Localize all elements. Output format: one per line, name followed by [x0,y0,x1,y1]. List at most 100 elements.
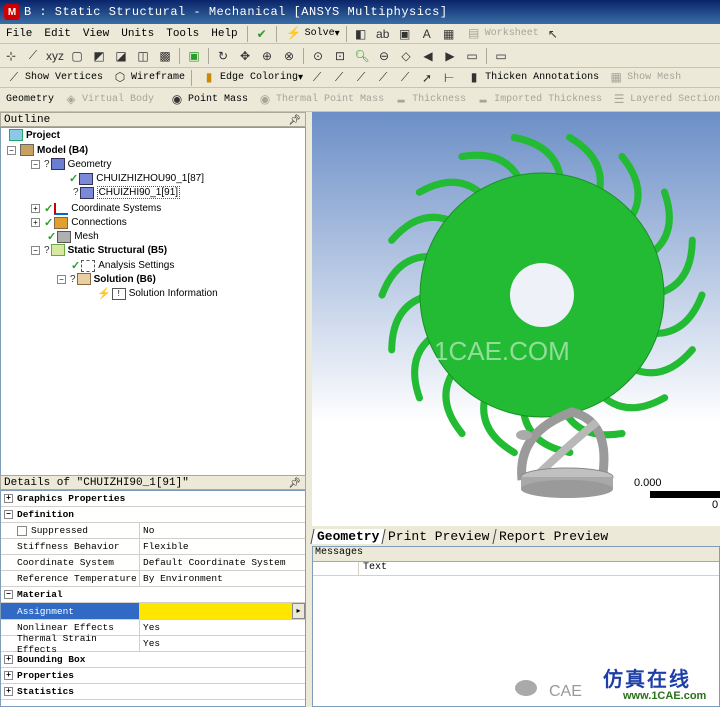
menu-file[interactable]: File [0,28,38,40]
new-section-icon[interactable]: ◧ [352,25,370,43]
edge-style-4-icon[interactable]: ⟋ [374,69,392,87]
menu-edit[interactable]: Edit [38,28,76,40]
expand-icon[interactable]: + [4,494,13,503]
group-graphics-properties[interactable]: + Graphics Properties [1,491,305,507]
row-coordinate-system[interactable]: Coordinate System Default Coordinate Sys… [1,555,305,571]
magnifier-icon[interactable]: 🔍︎ [353,47,371,65]
menu-view[interactable]: View [77,28,115,40]
previous-view-icon[interactable]: ◀ [419,47,437,65]
rotate-icon[interactable]: ↻ [214,47,232,65]
tree-node-geometry[interactable]: − ? Geometry [31,158,111,170]
pin-icon[interactable]: 📌︎ [288,478,301,490]
expand-icon[interactable]: + [4,655,13,664]
show-vertices-button[interactable]: ⟋ Show Vertices [3,69,103,87]
edge-select-icon[interactable]: ◪ [112,47,130,65]
abc-icon[interactable]: ab [374,25,392,43]
group-statistics[interactable]: + Statistics [1,684,305,700]
thickness-button[interactable]: ▬ Thickness [390,91,466,109]
edge-coloring-button[interactable]: ▮ Edge Coloring ▾ [198,69,303,87]
select-point-icon[interactable]: ⊹ [2,47,20,65]
help-cursor-icon[interactable]: ↖ [544,25,562,43]
group-material[interactable]: − Material [1,587,305,603]
cube-select-icon[interactable]: ▣ [185,47,203,65]
tree-node-connections[interactable]: + ✓ Connections [31,216,127,229]
point-mass-button[interactable]: ◉ Point Mass [166,91,248,109]
thicken-annotations-button[interactable]: ▮ Thicken Annotations [463,69,599,87]
thermal-point-mass-button[interactable]: ◉ Thermal Point Mass [254,91,384,109]
next-view-icon[interactable]: ▶ [441,47,459,65]
zoom-icon[interactable]: ⊕ [258,47,276,65]
tree-node-analysis-settings[interactable]: ✓ Analysis Settings [71,259,174,272]
menu-tools[interactable]: Tools [160,28,205,40]
row-reference-temperature[interactable]: Reference Temperature By Environment [1,571,305,587]
messages-text-column[interactable]: Text [359,562,387,575]
edge-style-1-icon[interactable]: ⟋ [308,69,326,87]
zoom-fit-icon[interactable]: ⊙ [309,47,327,65]
collapse-icon[interactable]: − [31,245,40,255]
suppressed-checkbox[interactable] [17,525,27,536]
menu-units[interactable]: Units [115,28,160,40]
zoom-area-icon[interactable]: ⊡ [331,47,349,65]
face-select-icon[interactable]: ◩ [90,47,108,65]
row-thermal-strain-effects[interactable]: Thermal Strain Effects Yes [1,633,305,655]
tab-report-preview[interactable]: Report Preview [492,529,614,544]
arrow-icon[interactable]: ➚ [418,69,436,87]
select-mode-icon[interactable]: ▢ [68,47,86,65]
pan-icon[interactable]: ✥ [236,47,254,65]
xyz-icon[interactable]: xyz [46,47,64,65]
tree-node-solution-information[interactable]: ⚡ ! Solution Information [97,287,218,300]
body-select-icon[interactable]: ◫ [134,47,152,65]
select-edge-icon[interactable]: ⟋ [24,47,42,65]
image-icon[interactable]: ▣ [396,25,414,43]
dropdown-arrow-icon[interactable]: ▸ [292,603,305,619]
graphics-viewport[interactable]: 1CAE.COM 0.000 0 [312,112,720,526]
chart-icon[interactable]: ▦ [440,25,458,43]
wireframe-button[interactable]: ⬡ Wireframe [109,69,185,87]
imported-thickness-button[interactable]: ▬ Imported Thickness [472,91,602,109]
group-definition[interactable]: − Definition [1,507,305,523]
expand-icon[interactable]: + [31,218,40,227]
expand-icon[interactable]: + [4,687,13,696]
group-properties[interactable]: + Properties [1,668,305,684]
tree-node-solution[interactable]: − ? Solution (B6) [57,273,156,285]
layout-icon[interactable]: ▭ [463,47,481,65]
pin-icon[interactable]: 📌︎ [288,115,301,127]
collapse-icon[interactable]: − [4,590,13,599]
menu-help[interactable]: Help [205,28,243,40]
viewport-layout-icon[interactable]: ▭ [492,47,510,65]
bar-icon[interactable]: ⊢ [440,69,458,87]
collapse-icon[interactable]: − [31,159,40,169]
check-icon[interactable]: ✔ [253,25,271,43]
solve-button[interactable]: ⚡ Solve ▾ [283,25,340,43]
collapse-icon[interactable]: − [57,274,66,284]
edge-style-2-icon[interactable]: ⟋ [330,69,348,87]
collapse-icon[interactable]: − [4,510,13,519]
row-suppressed[interactable]: Suppressed No [1,523,305,539]
group-bounding-box[interactable]: + Bounding Box [1,652,305,668]
virtual-body-button[interactable]: ◈ Virtual Body [60,91,154,109]
expand-icon[interactable]: + [31,204,40,213]
row-assignment[interactable]: Assignment ▸ [1,603,305,620]
worksheet-button[interactable]: ▤ Worksheet [463,25,539,43]
tree-node-body-2[interactable]: ? CHUIZHI90_1[91] [73,186,181,199]
edge-style-3-icon[interactable]: ⟋ [352,69,370,87]
layered-section-button[interactable]: ☰ Layered Section [608,91,720,109]
collapse-icon[interactable]: − [7,145,16,155]
tree-node-coordinate-systems[interactable]: + ✓ Coordinate Systems [31,202,161,215]
assignment-value[interactable]: ▸ [140,603,305,619]
tree-node-project[interactable]: Project [9,129,60,141]
tree-node-mesh[interactable]: ✓ Mesh [47,230,99,243]
zoom-box-icon[interactable]: ⊗ [280,47,298,65]
messages-icon-column[interactable] [313,562,359,575]
tree-node-body-1[interactable]: ✓ CHUIZHIZHOU90_1[87] [69,172,204,185]
tree-node-static-structural[interactable]: − ? Static Structural (B5) [31,244,167,256]
text-annotation-icon[interactable]: A [418,25,436,43]
row-stiffness-behavior[interactable]: Stiffness Behavior Flexible [1,539,305,555]
vertex-select-icon[interactable]: ▩ [156,47,174,65]
zoom-out-icon[interactable]: ⊖ [375,47,393,65]
tab-geometry[interactable]: Geometry [310,529,386,544]
tab-print-preview[interactable]: Print Preview [381,529,496,544]
iso-view-icon[interactable]: ◇ [397,47,415,65]
tree-node-model[interactable]: − Model (B4) [7,144,88,156]
expand-icon[interactable]: + [4,671,13,680]
